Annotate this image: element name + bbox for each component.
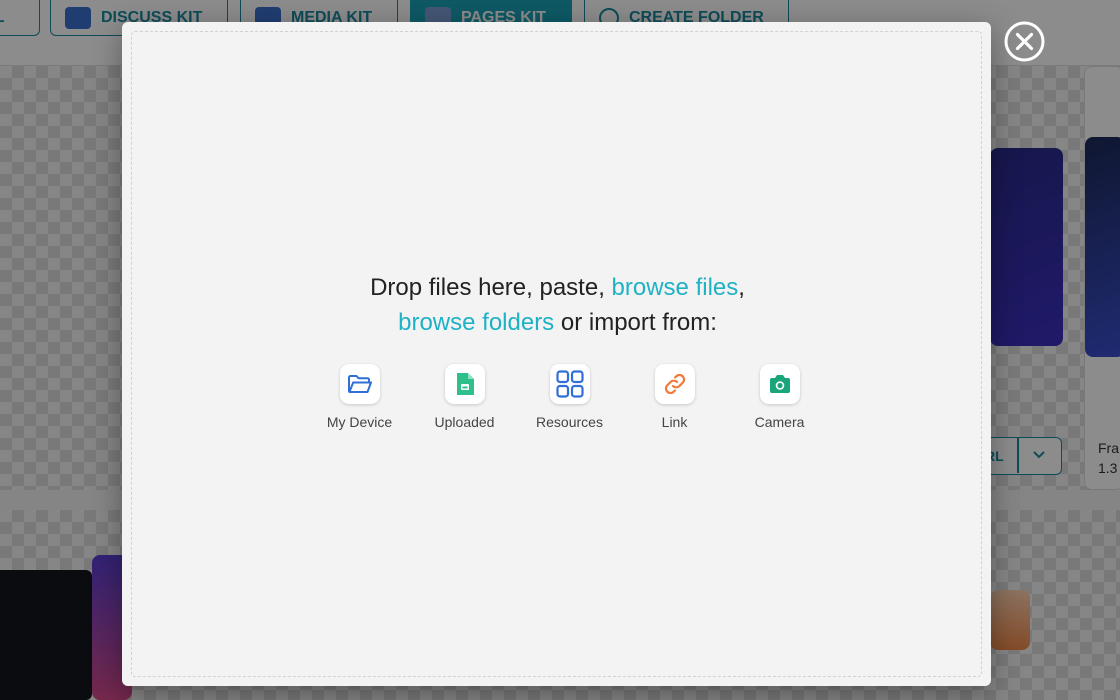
source-resources[interactable]: Resources bbox=[517, 364, 622, 430]
uploaded-file-icon bbox=[456, 373, 474, 395]
browse-files-link[interactable]: browse files bbox=[612, 274, 739, 301]
import-sources: My Device Uploaded Resources Link Camera bbox=[307, 364, 832, 430]
source-label-camera: Camera bbox=[754, 414, 805, 430]
source-label-my-device: My Device bbox=[326, 414, 393, 430]
source-link[interactable]: Link bbox=[622, 364, 727, 430]
source-uploaded[interactable]: Uploaded bbox=[412, 364, 517, 430]
file-drop-zone[interactable]: Drop files here, paste, browse files, br… bbox=[131, 31, 982, 677]
browse-folders-link[interactable]: browse folders bbox=[398, 309, 554, 336]
folder-open-icon bbox=[347, 375, 372, 393]
drop-instructions-comma: , bbox=[738, 274, 745, 301]
source-tile-uploaded bbox=[444, 364, 485, 404]
drop-instructions-prefix: Drop files here, paste, bbox=[370, 274, 612, 301]
close-dialog-button[interactable] bbox=[1003, 20, 1046, 63]
source-label-link: Link bbox=[661, 414, 688, 430]
source-my-device[interactable]: My Device bbox=[307, 364, 412, 430]
grid-icon bbox=[555, 370, 584, 398]
source-label-uploaded: Uploaded bbox=[434, 414, 495, 430]
source-tile-resources bbox=[549, 364, 590, 404]
source-tile-my-device bbox=[339, 364, 380, 404]
source-camera[interactable]: Camera bbox=[727, 364, 832, 430]
source-tile-link bbox=[654, 364, 695, 404]
drop-instructions-suffix: or import from: bbox=[554, 309, 717, 336]
upload-dialog: Drop files here, paste, browse files, br… bbox=[122, 22, 991, 686]
link-icon bbox=[664, 373, 685, 395]
drop-instructions: Drop files here, paste, browse files, br… bbox=[132, 270, 983, 340]
source-label-resources: Resources bbox=[536, 414, 603, 430]
close-icon bbox=[1004, 21, 1045, 62]
camera-icon bbox=[769, 375, 790, 393]
source-tile-camera bbox=[759, 364, 800, 404]
